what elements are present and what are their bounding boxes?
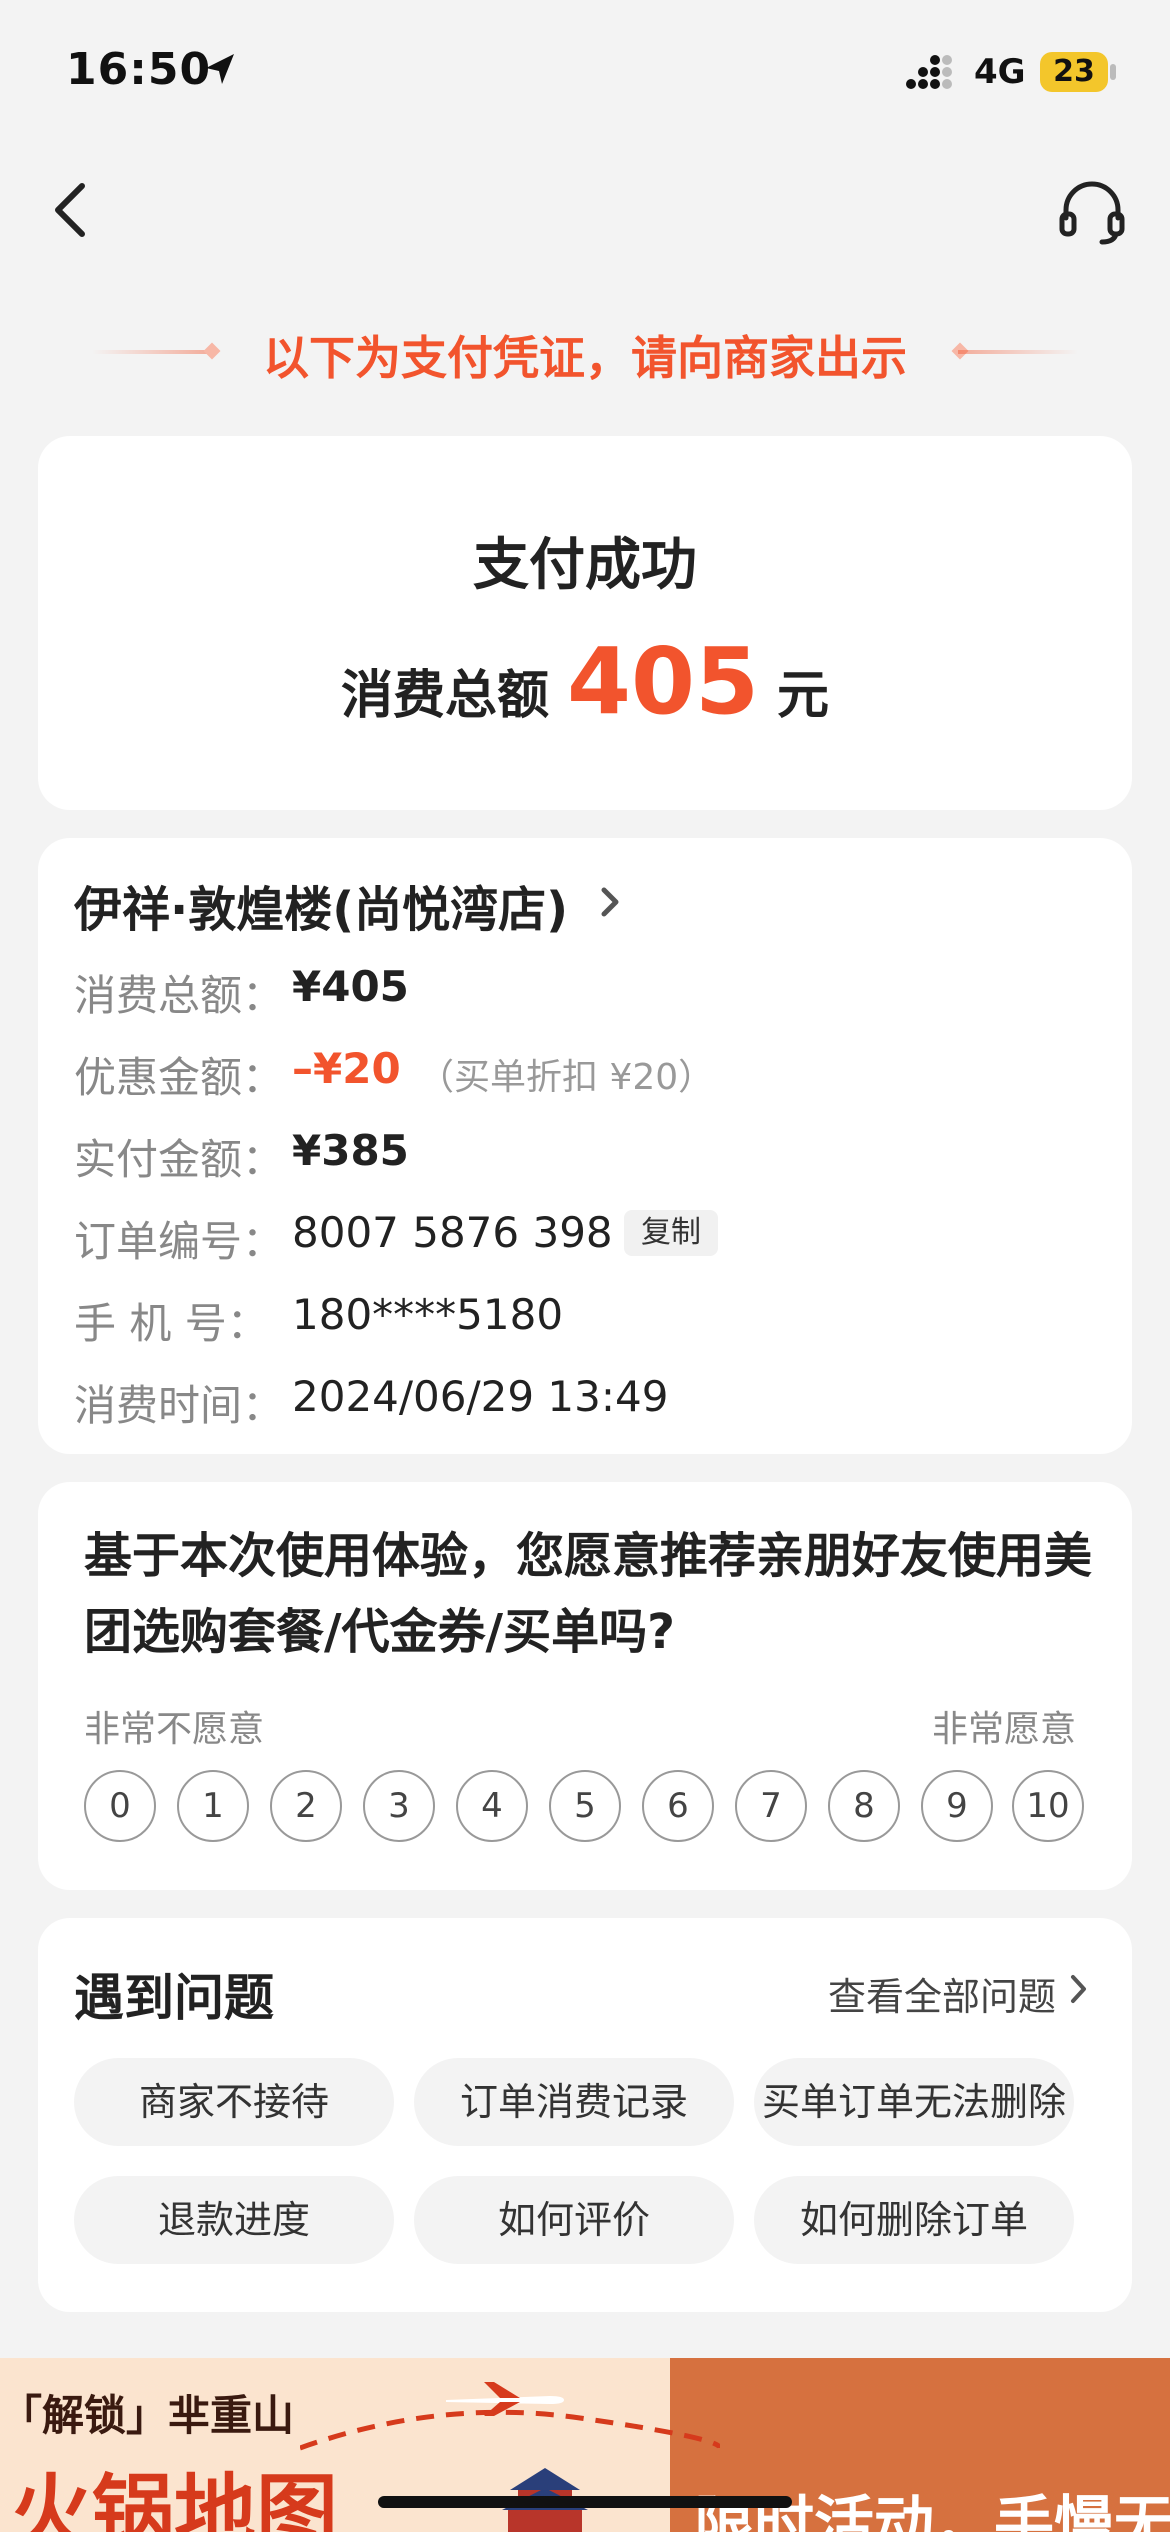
survey-low-label: 非常不愿意 [84, 1709, 265, 1750]
order-row-label: 订单编号： [74, 1217, 285, 1266]
survey-score-option[interactable]: 8 [828, 1770, 900, 1842]
network-type: 4G [974, 52, 1026, 92]
total-amount-row: 消费总额 405 元 [0, 628, 1170, 735]
survey-score-option[interactable]: 5 [549, 1770, 621, 1842]
order-row-label: 消费总额： [74, 971, 285, 1020]
order-row-label: 消费时间： [74, 1381, 285, 1430]
copy-order-number-button[interactable]: 复制 [624, 1210, 718, 1256]
battery-cap [1110, 64, 1116, 80]
order-number-value: 8007 5876 398 [292, 1208, 613, 1257]
help-chip[interactable]: 买单订单无法删除 [754, 2058, 1074, 2146]
payment-voucher-notice: 以下为支付凭证，请向商家出示 [263, 331, 907, 385]
survey-score-option[interactable]: 4 [456, 1770, 528, 1842]
order-total-value: ¥405 [292, 962, 409, 1011]
order-row-label: 优惠金额： [74, 1053, 285, 1102]
status-time: 16:50 [66, 44, 212, 95]
survey-score-option[interactable]: 3 [363, 1770, 435, 1842]
help-chip[interactable]: 退款进度 [74, 2176, 394, 2264]
order-discount-value: –¥20 [292, 1044, 401, 1093]
view-all-questions-link[interactable]: 查看全部问题 [828, 1966, 1056, 2021]
help-title: 遇到问题 [74, 1969, 274, 2027]
customer-service-headset-icon[interactable] [1056, 176, 1128, 248]
order-paid-value: ¥385 [292, 1126, 409, 1175]
survey-score-option[interactable]: 9 [921, 1770, 993, 1842]
survey-question: 基于本次使用体验，您愿意推荐亲朋好友使用美团选购套餐/代金券/买单吗? [84, 1528, 1093, 1660]
order-time-value: 2024/06/29 13:49 [292, 1372, 669, 1421]
survey-score-option[interactable]: 1 [177, 1770, 249, 1842]
survey-score-option[interactable]: 2 [270, 1770, 342, 1842]
total-amount-unit: 元 [777, 666, 830, 726]
banner-tag-text: 「解锁」芈重山 [0, 2391, 295, 2440]
survey-score-option[interactable]: 0 [84, 1770, 156, 1842]
notice-decoration-right [958, 350, 1078, 354]
order-phone-value: 180****5180 [292, 1290, 564, 1339]
order-discount-note: （买单折扣 ¥20） [418, 1057, 715, 1098]
help-chip[interactable]: 订单消费记录 [414, 2058, 734, 2146]
survey-score-option[interactable]: 10 [1012, 1770, 1084, 1842]
help-chip[interactable]: 如何评价 [414, 2176, 734, 2264]
help-chip[interactable]: 如何删除订单 [754, 2176, 1074, 2264]
survey-score-option[interactable]: 6 [642, 1770, 714, 1842]
chevron-right-icon[interactable] [596, 882, 624, 922]
payment-success-title: 支付成功 [473, 533, 697, 598]
total-amount-label: 消费总额 [340, 666, 549, 726]
order-row-label: 实付金额： [74, 1135, 285, 1184]
temple-illustration-icon [502, 2468, 588, 2532]
back-arrow-icon[interactable] [44, 180, 100, 240]
home-indicator[interactable] [378, 2496, 792, 2508]
airplane-icon [446, 2382, 564, 2416]
survey-score-option[interactable]: 7 [735, 1770, 807, 1842]
banner-headline: 火锅地图 [10, 2466, 339, 2532]
help-chip[interactable]: 商家不接待 [74, 2058, 394, 2146]
cellular-signal-icon [906, 55, 952, 89]
chevron-right-icon[interactable] [1068, 1972, 1090, 2006]
merchant-name-link[interactable]: 伊祥·敦煌楼(尚悦湾店) [74, 870, 568, 940]
survey-high-label: 非常愿意 [932, 1709, 1077, 1750]
order-row-label: 手 机 号： [74, 1299, 269, 1348]
payment-success-card [38, 436, 1132, 810]
location-arrow-icon [206, 54, 234, 84]
battery-level: 23 [1040, 52, 1108, 92]
total-amount-value: 405 [566, 628, 760, 735]
